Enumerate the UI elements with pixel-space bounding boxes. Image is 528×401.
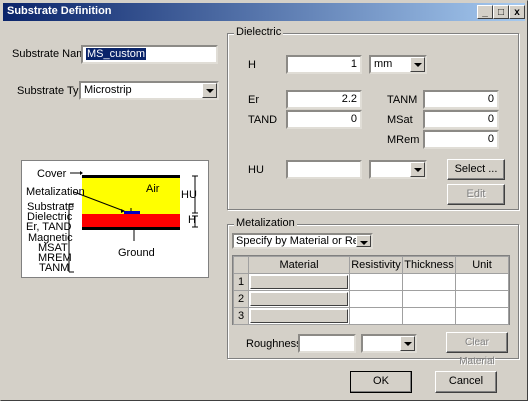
minimize-button[interactable]: _ (477, 5, 493, 19)
diagram-ground-label: Ground (118, 247, 155, 259)
cancel-button[interactable]: Cancel (435, 371, 497, 393)
table-row: 3 (233, 307, 509, 325)
unit-cell[interactable] (455, 290, 509, 308)
h-label: H (248, 59, 256, 71)
diagram-hu-label: HU (181, 189, 197, 201)
diagram-tanm-label: TANM (39, 262, 70, 274)
hu-input[interactable] (286, 160, 362, 179)
tanm-input[interactable]: 0 (423, 90, 499, 109)
material-cell[interactable] (248, 273, 350, 291)
diagram-h-label: H (188, 214, 196, 226)
tanm-label: TANM (387, 94, 418, 106)
chevron-down-icon[interactable] (356, 235, 371, 247)
close-button[interactable]: x (509, 5, 525, 19)
unit-cell[interactable] (455, 307, 509, 325)
material-cell[interactable] (248, 290, 350, 308)
window-title: Substrate Definition (7, 5, 112, 17)
diagram-cover-label: Cover (37, 168, 67, 180)
dielectric-legend: Dielectric (234, 26, 284, 38)
resistivity-cell[interactable] (349, 273, 403, 291)
resistivity-cell[interactable] (349, 290, 403, 308)
ground-line (82, 227, 180, 230)
dielectric-layer (82, 214, 180, 227)
h-unit-select[interactable]: mm (369, 55, 427, 74)
row-number: 3 (233, 307, 249, 325)
title-bar[interactable]: Substrate Definition _ □ x (3, 3, 525, 21)
msat-input[interactable]: 0 (423, 110, 499, 129)
diagram-metalization-label: Metalization (26, 186, 85, 198)
metalization-table: Material Resistivity Thickness Unit 1 2 (232, 255, 510, 325)
cover-line (82, 175, 180, 178)
hu-label: HU (248, 164, 264, 176)
material-picker-button[interactable] (250, 292, 348, 306)
column-header-unit[interactable]: Unit (455, 256, 509, 274)
thickness-cell[interactable] (402, 307, 456, 325)
column-header-thickness[interactable]: Thickness (402, 256, 456, 274)
thickness-cell[interactable] (402, 273, 456, 291)
resistivity-cell[interactable] (349, 307, 403, 325)
table-row: 1 (233, 273, 509, 291)
table-corner (233, 256, 249, 274)
h-unit-value: mm (374, 58, 393, 70)
roughness-label: Roughness: (246, 338, 305, 350)
chevron-down-icon[interactable] (202, 83, 217, 98)
chevron-down-icon[interactable] (400, 336, 415, 351)
metalization-mode-select[interactable]: Specify by Material or Resistivity (232, 233, 373, 249)
substrate-type-select[interactable]: Microstrip (79, 81, 219, 100)
substrate-name-value: MS_custom (86, 48, 147, 60)
h-input[interactable]: 1 (286, 55, 362, 74)
er-label: Er (248, 94, 259, 106)
maximize-button[interactable]: □ (493, 5, 509, 19)
chevron-down-icon[interactable] (410, 57, 425, 72)
metalization-legend: Metalization (234, 217, 297, 229)
metalization-mode-value: Specify by Material or Resistivity (236, 235, 371, 247)
material-picker-button[interactable] (250, 275, 348, 289)
select-button[interactable]: Select ... (447, 159, 505, 180)
unit-cell[interactable] (455, 273, 509, 291)
chevron-down-icon[interactable] (410, 162, 425, 177)
tand-input[interactable]: 0 (286, 110, 362, 129)
column-header-material[interactable]: Material (248, 256, 350, 274)
edit-button[interactable]: Edit (447, 184, 505, 205)
dialog-window: Substrate Definition _ □ x Substrate Nam… (0, 0, 528, 401)
table-row: 2 (233, 290, 509, 308)
clear-material-button[interactable]: Clear Material (446, 332, 508, 367)
ok-button[interactable]: OK (350, 371, 412, 393)
material-picker-button[interactable] (250, 309, 348, 323)
roughness-input[interactable] (298, 334, 356, 353)
mrem-label: MRem (387, 134, 420, 146)
substrate-type-value: Microstrip (84, 84, 132, 96)
row-number: 2 (233, 290, 249, 308)
tand-label: TAND (248, 114, 278, 126)
metal-strip (124, 211, 140, 214)
er-input[interactable]: 2.2 (286, 90, 362, 109)
mrem-input[interactable]: 0 (423, 130, 499, 149)
thickness-cell[interactable] (402, 290, 456, 308)
row-number: 1 (233, 273, 249, 291)
roughness-unit-select[interactable] (361, 334, 417, 353)
hu-unit-select[interactable] (369, 160, 427, 179)
column-header-resistivity[interactable]: Resistivity (349, 256, 403, 274)
substrate-name-input[interactable]: MS_custom (81, 45, 218, 64)
msat-label: MSat (387, 114, 413, 126)
material-cell[interactable] (248, 307, 350, 325)
diagram-air-label: Air (146, 183, 160, 195)
